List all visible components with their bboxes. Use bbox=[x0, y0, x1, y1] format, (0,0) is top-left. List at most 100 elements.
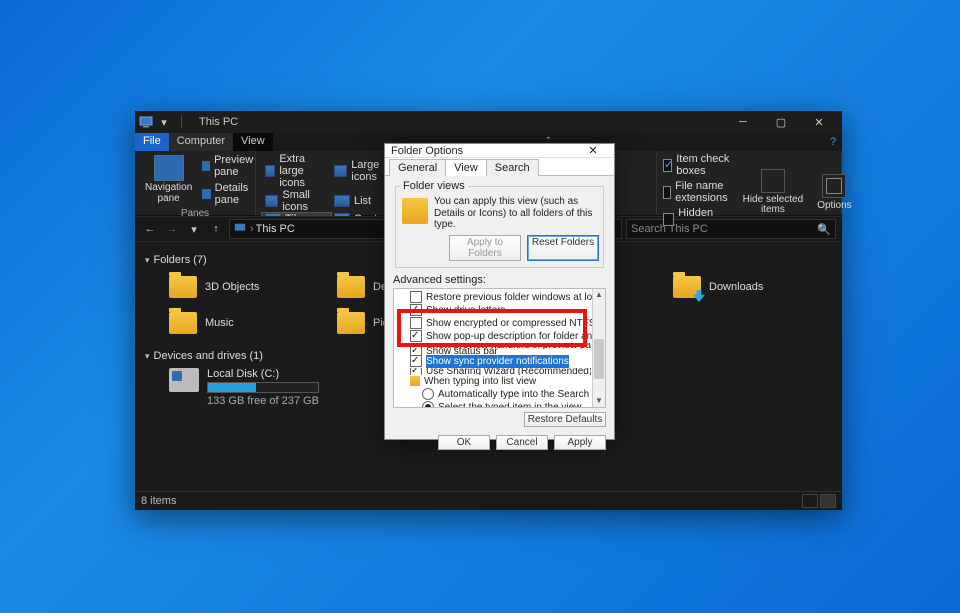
pc-icon bbox=[139, 115, 153, 129]
scroll-up-icon[interactable]: ▲ bbox=[593, 289, 605, 301]
adv-item-label: When typing into list view bbox=[424, 375, 536, 388]
dialog-close-button[interactable]: ✕ bbox=[578, 144, 608, 157]
status-item-count: 8 items bbox=[141, 495, 176, 507]
details-pane-button[interactable]: Details pane bbox=[202, 182, 257, 206]
hide-selected-label: Hide selected items bbox=[743, 195, 804, 216]
adv-item-label: Use Sharing Wizard (Recommended) bbox=[426, 368, 591, 375]
navigation-pane-icon bbox=[154, 155, 184, 181]
folder-views-legend: Folder views bbox=[400, 180, 468, 192]
tab-view[interactable]: View bbox=[233, 133, 273, 151]
dialog-tab-view[interactable]: View bbox=[445, 159, 487, 176]
checkbox-icon bbox=[410, 291, 422, 303]
drive-capacity-bar bbox=[207, 382, 319, 393]
status-bar: 8 items bbox=[135, 491, 842, 510]
chevron-right-icon: › bbox=[250, 223, 254, 235]
adv-show-popup[interactable]: Show pop-up description for folder and d… bbox=[396, 330, 591, 343]
forward-button[interactable]: → bbox=[163, 220, 181, 238]
up-button[interactable]: ↑ bbox=[207, 220, 225, 238]
recent-locations-button[interactable]: ▾ bbox=[185, 220, 203, 238]
adv-item-label: Show encrypted or compressed NTFS files … bbox=[426, 317, 606, 330]
titlebar[interactable]: ▾ │ This PC ─ ▢ ✕ bbox=[135, 111, 842, 133]
ok-button[interactable]: OK bbox=[438, 435, 490, 450]
drive-name: Local Disk (C:) bbox=[207, 368, 319, 380]
adv-item-label: Automatically type into the Search Box bbox=[438, 388, 606, 401]
layout-small[interactable]: Small icons bbox=[262, 189, 331, 213]
hide-selected-items-button[interactable]: Hide selected items bbox=[739, 167, 808, 218]
reset-folders-button[interactable]: Reset Folders bbox=[527, 235, 599, 261]
close-button[interactable]: ✕ bbox=[800, 111, 838, 133]
apply-to-folders-button[interactable]: Apply to Folders bbox=[449, 235, 521, 261]
folder-icon bbox=[169, 312, 197, 334]
maximize-button[interactable]: ▢ bbox=[762, 111, 800, 133]
layout-small-label: Small icons bbox=[282, 189, 328, 213]
dialog-titlebar[interactable]: Folder Options ✕ bbox=[385, 144, 614, 158]
checkbox-icon bbox=[410, 368, 422, 375]
checkbox-icon bbox=[663, 213, 674, 226]
details-pane-label: Details pane bbox=[215, 182, 258, 206]
chevron-down-icon: ▾ bbox=[145, 351, 150, 362]
radio-icon bbox=[422, 388, 434, 400]
adv-show-encrypted[interactable]: Show encrypted or compressed NTFS files … bbox=[396, 317, 591, 330]
details-pane-icon bbox=[202, 189, 210, 199]
options-button[interactable]: Options bbox=[813, 172, 855, 213]
search-icon[interactable]: 🔍 bbox=[817, 223, 831, 236]
tab-file[interactable]: File bbox=[135, 133, 169, 151]
advanced-settings-list[interactable]: Restore previous folder windows at log-o… bbox=[393, 288, 606, 408]
checkbox-icon bbox=[410, 304, 422, 316]
preview-pane-button[interactable]: Preview pane bbox=[202, 154, 257, 178]
minimize-button[interactable]: ─ bbox=[724, 111, 762, 133]
layout-extra-large[interactable]: Extra large icons bbox=[262, 153, 331, 189]
view-details-icon[interactable] bbox=[802, 494, 818, 508]
scroll-thumb[interactable] bbox=[594, 339, 604, 379]
adv-typing-into[interactable]: When typing into list view bbox=[396, 375, 591, 388]
adv-auto-type[interactable]: Automatically type into the Search Box bbox=[396, 388, 591, 401]
layout-extra-large-label: Extra large icons bbox=[279, 153, 328, 189]
apply-button[interactable]: Apply bbox=[554, 435, 606, 450]
adv-item-label: Restore previous folder windows at log-o… bbox=[426, 291, 606, 304]
drive-free-text: 133 GB free of 237 GB bbox=[207, 395, 319, 407]
folder-views-text: You can apply this view (such as Details… bbox=[434, 196, 599, 231]
dialog-tab-general[interactable]: General bbox=[389, 159, 446, 176]
radio-icon bbox=[422, 401, 434, 408]
folder-views-group: Folder views You can apply this view (su… bbox=[395, 180, 604, 268]
scroll-down-icon[interactable]: ▼ bbox=[593, 395, 605, 407]
folder-3d-objects[interactable]: 3D Objects bbox=[169, 272, 327, 302]
adv-show-drive-letters[interactable]: Show drive letters bbox=[396, 304, 591, 317]
chevron-down-icon: ▾ bbox=[145, 255, 150, 266]
folder-music[interactable]: Music bbox=[169, 308, 327, 338]
adv-select-typed[interactable]: Select the typed item in the view bbox=[396, 401, 591, 408]
item-check-boxes-label: Item check boxes bbox=[676, 153, 732, 177]
options-label: Options bbox=[817, 200, 851, 211]
file-name-extensions-label: File name extensions bbox=[675, 180, 733, 204]
scrollbar[interactable]: ▲ ▼ bbox=[592, 289, 605, 407]
file-name-extensions[interactable]: File name extensions bbox=[663, 180, 733, 204]
adv-restore-previous[interactable]: Restore previous folder windows at log-o… bbox=[396, 291, 591, 304]
folder-downloads[interactable]: Downloads bbox=[673, 272, 831, 302]
tab-computer[interactable]: Computer bbox=[169, 133, 233, 151]
drives-section-label: Devices and drives (1) bbox=[154, 350, 263, 362]
layout-icon bbox=[334, 165, 347, 177]
back-button[interactable]: ← bbox=[141, 220, 159, 238]
help-icon[interactable]: ? bbox=[824, 133, 842, 151]
qa-save-icon[interactable]: ▾ bbox=[157, 115, 171, 129]
navigation-pane-label: Navigation pane bbox=[145, 183, 192, 204]
restore-defaults-button[interactable]: Restore Defaults bbox=[524, 412, 606, 427]
adv-show-status-bar[interactable]: Show status bar bbox=[396, 348, 591, 355]
navigation-pane-button[interactable]: Navigation pane bbox=[141, 153, 196, 206]
search-input[interactable]: Search This PC 🔍 bbox=[626, 219, 836, 239]
adv-item-label: Show pop-up description for folder and d… bbox=[426, 330, 606, 343]
folder-label: 3D Objects bbox=[205, 281, 259, 293]
adv-sync-provider[interactable]: Show sync provider notifications bbox=[396, 355, 591, 368]
view-tiles-icon[interactable] bbox=[820, 494, 836, 508]
breadcrumb-location[interactable]: This PC bbox=[256, 223, 295, 235]
dialog-tab-search[interactable]: Search bbox=[486, 159, 539, 176]
adv-sharing-wizard[interactable]: Use Sharing Wizard (Recommended) bbox=[396, 368, 591, 375]
preview-pane-label: Preview pane bbox=[214, 154, 257, 178]
folder-icon bbox=[169, 276, 197, 298]
item-check-boxes[interactable]: Item check boxes bbox=[663, 153, 733, 177]
adv-item-label: Select the typed item in the view bbox=[438, 401, 581, 408]
cancel-button[interactable]: Cancel bbox=[496, 435, 548, 450]
dialog-tabs: General View Search bbox=[385, 158, 614, 176]
layout-icon bbox=[334, 195, 350, 207]
checkbox-icon bbox=[410, 355, 422, 367]
